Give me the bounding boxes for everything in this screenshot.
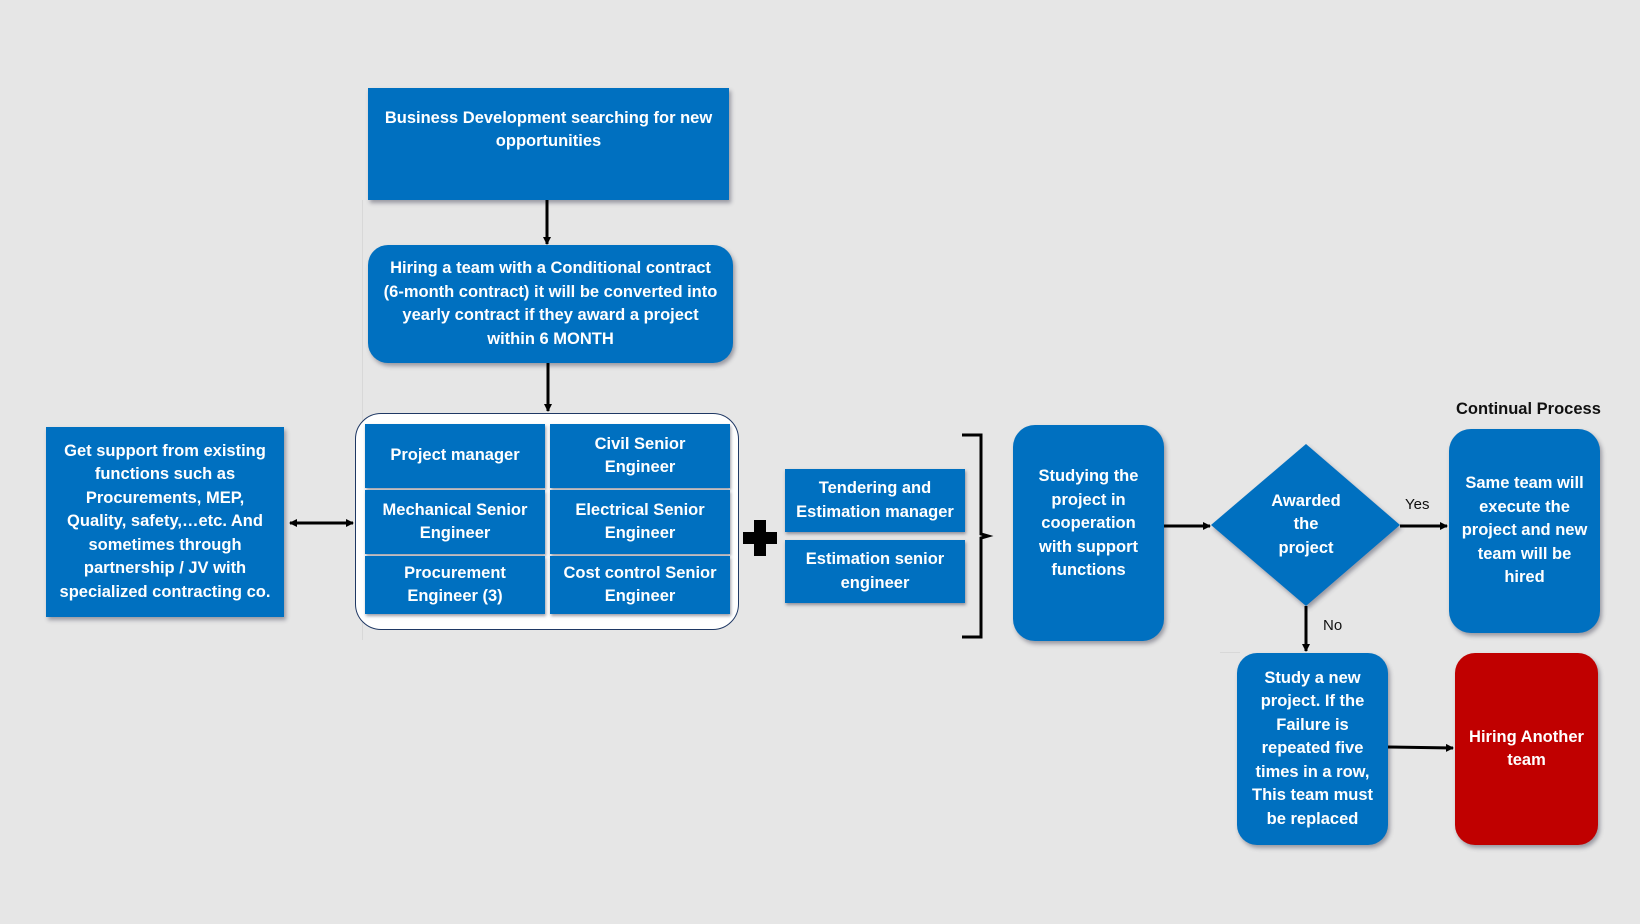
connectors-layer <box>289 200 1454 752</box>
yes-label: Yes <box>1405 496 1430 513</box>
decision-text-box: Awarded the project <box>1250 485 1362 565</box>
decision-text: Awarded the project <box>1271 491 1341 557</box>
arrow-connector <box>1387 743 1454 752</box>
right-curly-bracket <box>962 433 994 639</box>
plus-icon <box>743 520 777 556</box>
no-label: No <box>1323 617 1343 634</box>
